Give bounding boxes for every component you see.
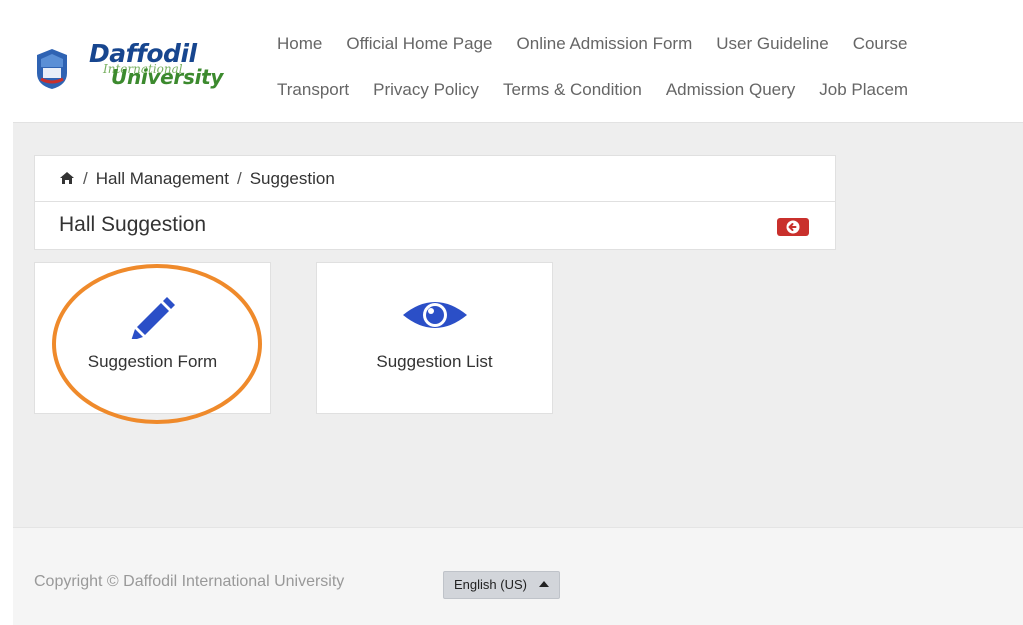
nav-transport[interactable]: Transport [277,80,349,99]
breadcrumb-suggestion: Suggestion [249,169,335,188]
nav-admission-query[interactable]: Admission Query [666,80,795,99]
page-title-bar: Hall Suggestion [34,202,836,250]
breadcrumb-separator: / [236,169,242,188]
site-footer: Copyright © Daffodil International Unive… [13,527,1023,625]
eye-icon [403,302,467,328]
language-selector[interactable]: English (US) [443,571,560,599]
back-button[interactable] [777,218,809,236]
top-nav-row-1: Home Official Home Page Online Admission F… [277,34,932,54]
pencil-icon [131,297,175,339]
university-emblem-icon [37,49,67,89]
nav-user-guideline[interactable]: User Guideline [716,34,828,53]
caret-up-icon [538,581,549,587]
breadcrumb-separator: / [83,169,88,188]
suggestion-list-label: Suggestion List [376,352,493,371]
university-logo[interactable]: Daffodil International University [33,37,248,97]
page-frame: Daffodil International University Home Of… [13,17,1023,625]
nav-official-home-page[interactable]: Official Home Page [346,34,492,53]
home-icon[interactable] [59,171,75,185]
site-header: Daffodil International University Home Of… [13,17,1023,123]
breadcrumb-bar: / Hall Management / Suggestion [34,155,836,202]
nav-terms-condition[interactable]: Terms & Condition [503,80,642,99]
top-nav-row-2: Transport Privacy Policy Terms & Condition… [277,80,932,100]
nav-online-admission-form[interactable]: Online Admission Form [517,34,693,53]
breadcrumb-hall-management[interactable]: Hall Management [96,169,229,188]
suggestion-form-label: Suggestion Form [87,352,218,371]
suggestion-form-tile[interactable]: Suggestion Form [34,262,271,414]
nav-home[interactable]: Home [277,34,322,53]
page-title: Hall Suggestion [59,213,207,236]
arrow-left-icon [786,220,800,234]
nav-course[interactable]: Course [853,34,908,53]
brand-university: University [111,65,224,89]
nav-job-placement[interactable]: Job Placem [819,80,908,99]
breadcrumb: / Hall Management / Suggestion [59,169,335,189]
language-label: English (US) [454,577,527,592]
nav-privacy-policy[interactable]: Privacy Policy [373,80,479,99]
copyright-text: Copyright © Daffodil International Unive… [34,573,345,590]
suggestion-list-tile[interactable]: Suggestion List [316,262,553,414]
